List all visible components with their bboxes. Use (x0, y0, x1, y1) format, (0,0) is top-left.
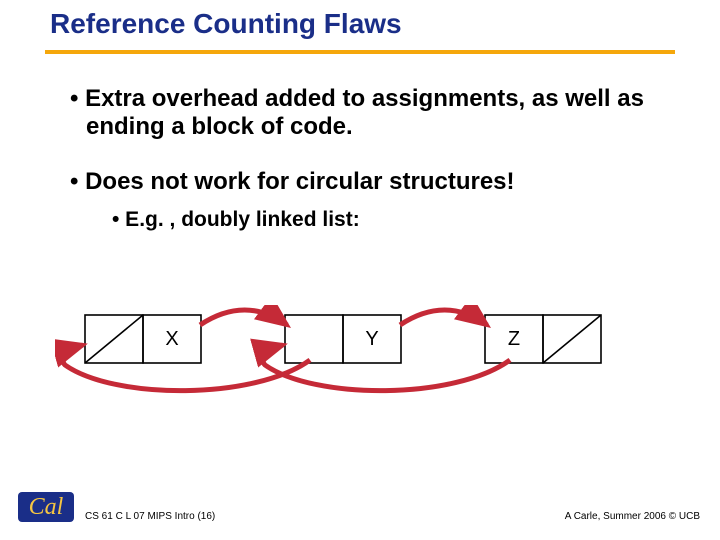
slide: Reference Counting Flaws • Extra overhea… (0, 0, 720, 540)
svg-text:Cal: Cal (29, 494, 64, 520)
footer-right: A Carle, Summer 2006 © UCB (565, 511, 700, 522)
node-x-label: X (165, 328, 178, 350)
linked-list-diagram: X Y Z (55, 305, 665, 405)
node-z-label: Z (508, 328, 520, 350)
bullet-2: • Does not work for circular structures! (70, 168, 696, 196)
bullet-2-sub: • E.g. , doubly linked list: (112, 208, 686, 232)
title-underline (45, 50, 675, 54)
slide-title: Reference Counting Flaws (50, 8, 402, 40)
cal-logo: Cal (16, 486, 76, 528)
bullet-1: • Extra overhead added to assignments, a… (70, 85, 696, 140)
node-y-label: Y (365, 328, 378, 350)
footer-left: CS 61 C L 07 MIPS Intro (16) (85, 511, 215, 522)
